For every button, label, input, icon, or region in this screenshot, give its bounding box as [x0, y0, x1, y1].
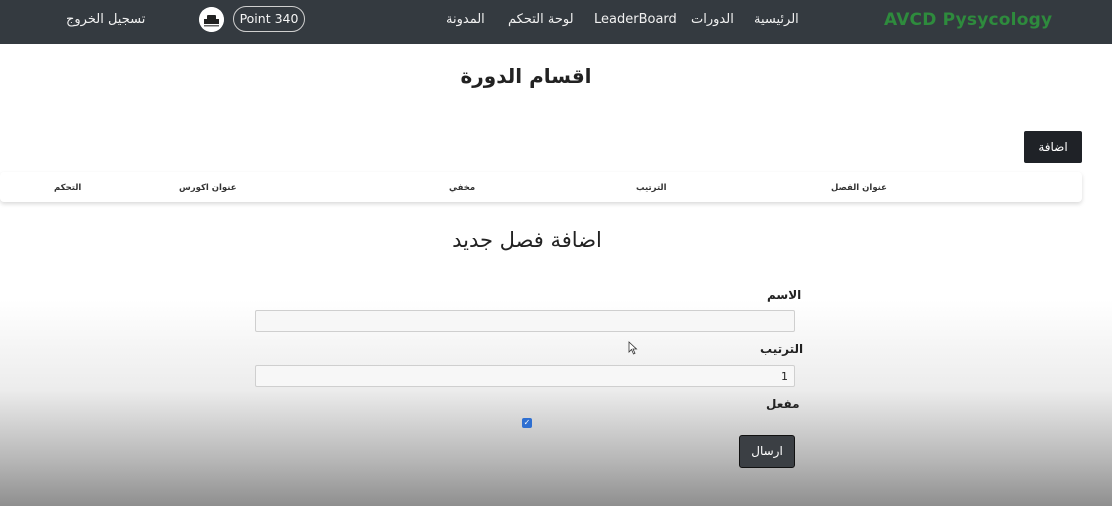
- column-header-controls: التحكم: [54, 183, 82, 193]
- submit-button[interactable]: ارسال: [739, 435, 795, 468]
- order-label: الترتيب: [760, 342, 804, 356]
- mouse-cursor-icon: [628, 341, 638, 355]
- points-badge[interactable]: Point 340: [233, 6, 305, 32]
- brand-logo[interactable]: AVCD Pysycology: [884, 10, 1052, 30]
- avatar[interactable]: [199, 7, 224, 32]
- form-title: اضافة فصل جديد: [452, 228, 602, 252]
- order-input[interactable]: [255, 365, 795, 387]
- logout-link[interactable]: تسجيل الخروج: [66, 12, 145, 27]
- nav-link-leaderboard[interactable]: LeaderBoard: [594, 12, 677, 27]
- active-label: مفعل: [766, 397, 800, 411]
- nav-link-courses[interactable]: الدورات: [691, 12, 734, 27]
- top-navbar: AVCD Pysycology الرئيسية الدورات LeaderB…: [0, 0, 1112, 44]
- nav-link-blog[interactable]: المدونة: [446, 12, 485, 27]
- check-icon: ✓: [523, 418, 531, 427]
- page-title: اقسام الدورة: [460, 64, 592, 88]
- name-label: الاسم: [767, 288, 802, 302]
- column-header-section-title: عنوان الفصل: [831, 183, 887, 193]
- add-section-button[interactable]: اضافة: [1024, 131, 1082, 163]
- nav-link-dashboard[interactable]: لوحة التحكم: [508, 12, 574, 27]
- active-checkbox[interactable]: ✓: [522, 418, 532, 428]
- name-input[interactable]: [255, 310, 795, 332]
- sections-table-header: عنوان الفصل الترتيب مخفي عنوان اكورس الت…: [0, 172, 1082, 202]
- column-header-course-title: عنوان اكورس: [179, 183, 237, 193]
- column-header-order: الترتيب: [636, 183, 667, 193]
- avatar-icon: [199, 7, 224, 32]
- nav-link-home[interactable]: الرئيسية: [754, 12, 799, 27]
- column-header-hidden: مخفي: [449, 183, 476, 193]
